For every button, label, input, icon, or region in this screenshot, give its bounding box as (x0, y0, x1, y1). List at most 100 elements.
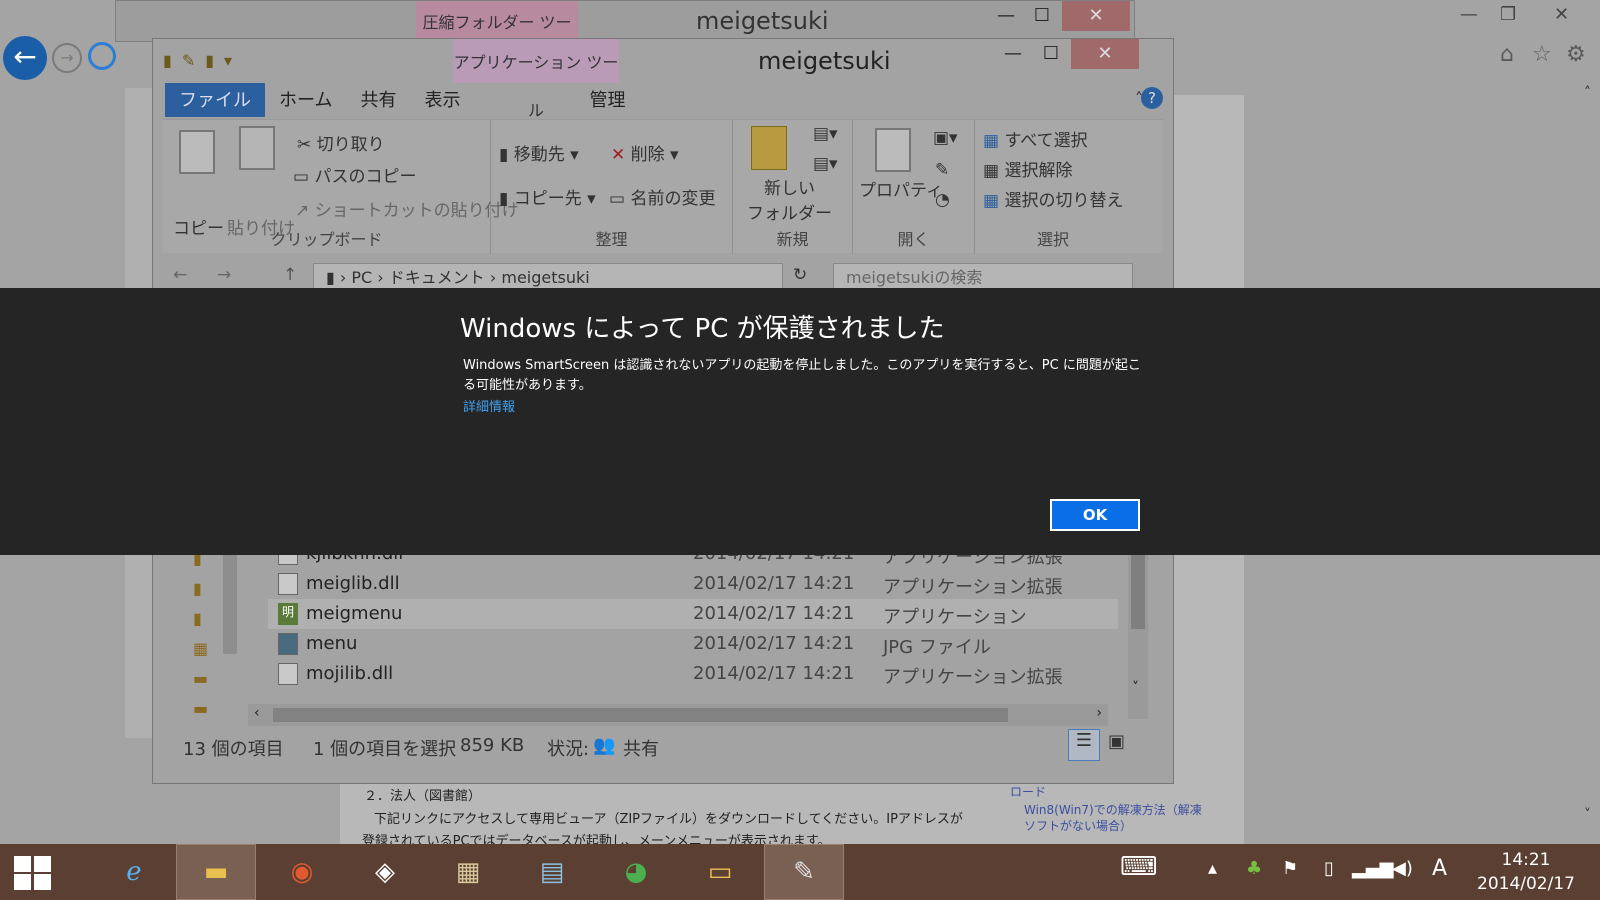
large-icons-view-icon[interactable]: ▣ (1108, 731, 1125, 752)
open-icon[interactable]: ▣▾ (933, 128, 958, 148)
application-tools-tab[interactable]: アプリケーション ツール (453, 39, 619, 120)
select-none-button[interactable]: ▦ 選択解除 (983, 156, 1072, 181)
minimize-icon[interactable]: — (1460, 4, 1478, 25)
copy-path-button[interactable]: ▭ パスのコピー (293, 162, 416, 187)
battery-icon[interactable]: ▯ (1324, 858, 1334, 879)
move-to-button[interactable]: ▮ 移動先 ▾ (499, 140, 579, 165)
new-folder-button[interactable]: 新しい フォルダー (747, 174, 832, 224)
tab-file[interactable]: ファイル (165, 83, 265, 117)
easy-access-icon[interactable]: ▤▾ (813, 154, 838, 174)
cut-button[interactable]: ✂ 切り取り (297, 130, 385, 155)
ie-icon[interactable]: ℯ (94, 844, 174, 900)
tab-home[interactable]: ホーム (265, 83, 346, 117)
taskbar: ℯ ▬ ◉ ◈ ▦ ▤ ◕ ▭ ✎ ⌨ ▴ ♣ ⚑ ▯ ▂▄▆ ◀) A 14:… (0, 844, 1600, 900)
edit-icon[interactable]: ✎ (935, 160, 949, 180)
tab-manage[interactable]: 管理 (524, 83, 690, 117)
refresh-icon[interactable]: ↻ (793, 265, 807, 285)
history-icon[interactable]: ◔ (935, 190, 950, 210)
rename-button[interactable]: ▭ 名前の変更 (609, 184, 715, 209)
delete-button[interactable]: ✕ 削除 ▾ (611, 140, 679, 165)
list-item-selected[interactable]: 明 meigmenu 2014/02/17 14:21 アプリケーション (268, 599, 1118, 629)
android-icon[interactable]: ♣ (1246, 858, 1262, 879)
close-icon[interactable]: ✕ (1062, 1, 1130, 31)
scroll-right-icon[interactable]: › (1096, 705, 1102, 721)
forward-icon[interactable]: → (52, 43, 82, 73)
home-icon[interactable]: ⌂ (1500, 42, 1514, 67)
clock[interactable]: 14:21 2014/02/17 (1470, 848, 1582, 896)
details-view-icon[interactable]: ☰ (1068, 729, 1100, 761)
scroll-thumb[interactable] (273, 708, 1008, 722)
scroll-up-icon[interactable]: ˄ (1584, 85, 1591, 101)
crumb-documents[interactable]: ドキュメント (389, 268, 485, 287)
ime-indicator[interactable]: A (1432, 856, 1447, 881)
back-icon[interactable]: ← (3, 36, 47, 80)
chrome-icon[interactable]: ◕ (596, 844, 676, 900)
scroll-left-icon[interactable]: ‹ (254, 705, 260, 721)
keyboard-icon[interactable]: ⌨ (1120, 852, 1158, 882)
tab-share[interactable]: 共有 (346, 83, 410, 117)
folder-icon[interactable]: ▮ (163, 51, 172, 70)
map-icon[interactable]: ▦ (428, 844, 508, 900)
customize-dropdown-icon[interactable]: ▾ (224, 51, 232, 70)
shortcut-icon: ↗ (295, 201, 315, 221)
properties-icon[interactable]: ✎ (182, 51, 195, 70)
favorites-icon[interactable]: ☆ (1532, 42, 1552, 67)
start-icon[interactable] (14, 856, 52, 890)
more-info-link[interactable]: 詳細情報 (463, 396, 515, 415)
maximize-icon[interactable]: ☐ (1022, 1, 1062, 31)
crumb-pc[interactable]: PC (351, 268, 372, 287)
side-link-1[interactable]: Win8(Win7)での解凍方法（解凍 (1024, 801, 1202, 818)
network-icon[interactable]: ▤ (512, 844, 592, 900)
diamond-icon[interactable]: ◈ (345, 844, 425, 900)
close-icon[interactable]: ✕ (1554, 4, 1569, 25)
search-folder-icon[interactable]: ▭ (680, 844, 760, 900)
scroll-down-icon[interactable]: ˅ (1132, 680, 1139, 696)
explorer-window-back[interactable]: 圧縮フォルダー ツール meigetsuki — ☐ ✕ (115, 0, 1135, 76)
selected-size: 859 KB (460, 735, 525, 756)
network-signal-icon[interactable]: ▂▄▆ (1352, 858, 1394, 879)
nav-scrollbar[interactable] (223, 544, 237, 654)
nav-forward-icon[interactable]: → (217, 265, 231, 285)
minimize-icon[interactable]: — (986, 1, 1026, 31)
list-horizontal-scrollbar[interactable]: ‹ › (248, 704, 1108, 726)
list-vertical-scrollbar[interactable]: ˅ (1128, 544, 1148, 719)
help-icon[interactable]: ? (1141, 87, 1163, 109)
paste-shortcut-button[interactable]: ↗ ショートカットの貼り付け (295, 196, 519, 221)
ok-button[interactable]: OK (1050, 499, 1140, 531)
colors-icon[interactable]: ◉ (262, 844, 342, 900)
minimize-icon[interactable]: — (993, 39, 1033, 69)
copy-to-button[interactable]: ▮ コピー先 ▾ (499, 184, 596, 209)
maximize-icon[interactable]: ☐ (1031, 39, 1071, 69)
gear-icon[interactable]: ⚙ (1566, 42, 1586, 67)
show-hidden-icons[interactable]: ▴ (1208, 858, 1217, 879)
crumb-meigetsuki[interactable]: meigetsuki (501, 268, 589, 287)
properties-button[interactable]: プロパティ (859, 176, 943, 201)
tab-view[interactable]: 表示 (410, 83, 474, 117)
paint-icon[interactable]: ✎ (764, 844, 844, 900)
restore-icon[interactable]: ❐ (1500, 4, 1516, 25)
nav-back-icon[interactable]: ← (173, 265, 187, 285)
paste-icon (239, 126, 275, 170)
list-item[interactable]: mojilib.dll 2014/02/17 14:21 アプリケーション拡張 (268, 659, 1118, 689)
search-input[interactable]: meigetsukiの検索 (833, 263, 1133, 291)
address-field[interactable]: ▮ › PC › ドキュメント › meigetsuki (313, 263, 783, 291)
side-link-2[interactable]: ソフトがない場合） (1024, 817, 1132, 834)
close-icon[interactable]: ✕ (1071, 39, 1139, 69)
group-label-open: 開く (897, 230, 930, 249)
explorer-icon[interactable]: ▬ (176, 844, 256, 900)
select-none-icon: ▦ (983, 161, 1005, 181)
action-center-flag-icon[interactable]: ⚑ (1282, 858, 1298, 879)
scroll-down-icon[interactable]: ˅ (1584, 807, 1591, 823)
list-item[interactable]: meiglib.dll 2014/02/17 14:21 アプリケーション拡張 (268, 569, 1118, 599)
side-text-2: ロード (1010, 785, 1047, 799)
invert-selection-button[interactable]: ▦ 選択の切り替え (983, 186, 1123, 211)
quick-access-toolbar: ▮ ✎ ▮ ▾ (163, 51, 232, 70)
list-item[interactable]: menu 2014/02/17 14:21 JPG ファイル (268, 629, 1118, 659)
select-all-button[interactable]: ▦ すべて選択 (983, 126, 1088, 151)
volume-icon[interactable]: ◀) (1392, 858, 1413, 879)
scroll-thumb[interactable] (1131, 544, 1145, 629)
new-folder-icon[interactable]: ▮ (205, 51, 214, 70)
nav-up-icon[interactable]: ↑ (283, 265, 297, 285)
new-item-icon[interactable]: ▤▾ (813, 124, 838, 144)
compressed-folder-tools-tab[interactable]: 圧縮フォルダー ツール (416, 1, 578, 76)
